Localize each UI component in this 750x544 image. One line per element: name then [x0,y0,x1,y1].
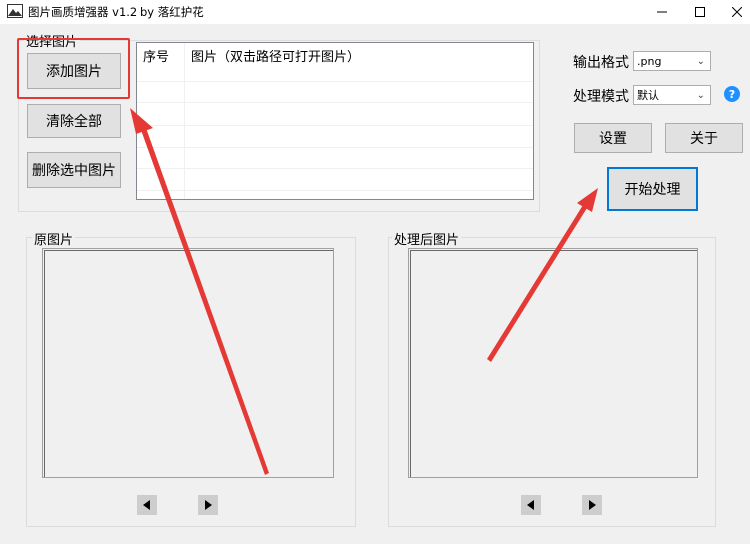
arrow-to-start-button [487,188,598,362]
annotation-arrows [130,108,598,475]
arrow-to-add-button [130,108,269,475]
